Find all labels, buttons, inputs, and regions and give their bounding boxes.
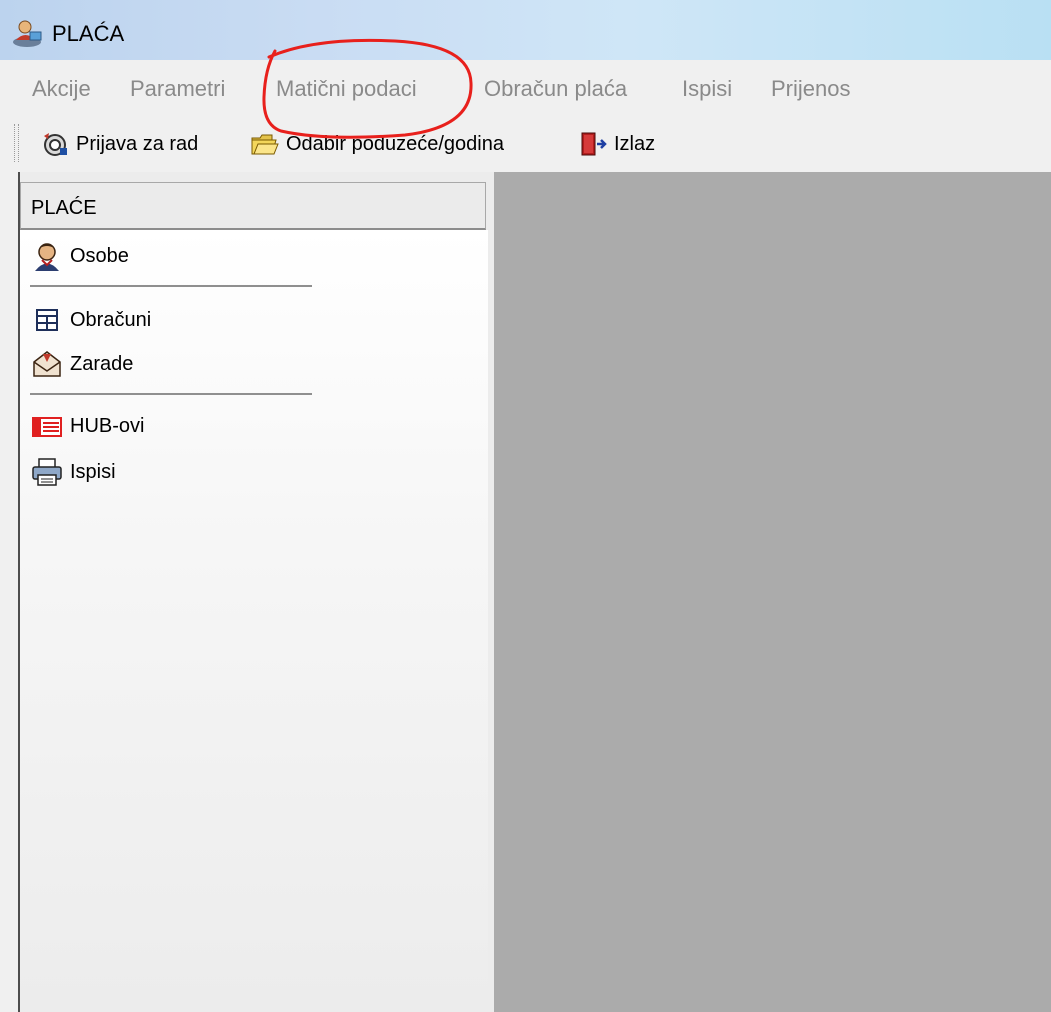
nav-item-label: Ispisi <box>70 460 116 483</box>
envelope-icon <box>33 351 61 377</box>
window-title: PLAĆA <box>52 21 125 46</box>
mdi-workspace <box>494 172 1051 1012</box>
select-company-year-label: Odabir poduzeće/godina <box>286 132 504 155</box>
app-payroll-icon <box>13 20 42 47</box>
menu-akcije[interactable]: Akcije <box>32 76 91 102</box>
nav-item-osobe[interactable]: Osobe <box>30 236 129 276</box>
nav-divider <box>30 393 312 395</box>
person-icon <box>35 243 59 271</box>
app-window: PLAĆA Akcije Parametri Matični podaci Ob… <box>0 0 1051 1012</box>
exit-door-icon <box>581 132 607 156</box>
nav-item-zarade[interactable]: Zarade <box>30 344 133 384</box>
nav-header-title: PLAĆE <box>31 197 97 219</box>
menu-ispisi[interactable]: Ispisi <box>682 76 732 102</box>
toolbar: Prijava za rad Odabir poduzeće/godina Iz… <box>0 118 1051 172</box>
navigation-panel: PLAĆE Osobe Obračuni Zarade HUB-ovi Ispi… <box>18 172 496 1012</box>
form-icon <box>32 417 62 437</box>
nav-item-ispisi[interactable]: Ispisi <box>30 452 116 492</box>
exit-button[interactable]: Izlaz <box>578 128 655 160</box>
nav-item-label: Zarade <box>70 352 134 375</box>
select-company-year-button[interactable]: Odabir poduzeće/godina <box>250 128 504 160</box>
nav-header[interactable]: PLAĆE <box>20 182 486 230</box>
nav-item-label: Obračuni <box>70 308 152 331</box>
menu-obracun-placa[interactable]: Obračun plaća <box>484 76 627 102</box>
printer-icon <box>32 458 62 486</box>
calculator-icon <box>36 309 58 331</box>
menu-maticni-podaci[interactable]: Matični podaci <box>276 76 417 102</box>
toolbar-grip[interactable] <box>14 124 19 162</box>
folder-open-icon <box>251 134 279 155</box>
nav-item-label: HUB-ovi <box>70 414 145 437</box>
title-bar: PLAĆA <box>0 0 1051 60</box>
login-label: Prijava za rad <box>76 132 199 155</box>
login-icon <box>44 133 67 156</box>
nav-item-label: Osobe <box>70 244 129 267</box>
login-button[interactable]: Prijava za rad <box>40 128 198 160</box>
nav-list: Osobe Obračuni Zarade HUB-ovi Ispisi <box>20 230 488 1012</box>
menu-bar: Akcije Parametri Matični podaci Obračun … <box>0 60 1051 118</box>
menu-prijenos[interactable]: Prijenos <box>771 76 850 102</box>
nav-divider <box>30 285 312 287</box>
menu-parametri[interactable]: Parametri <box>130 76 225 102</box>
nav-item-hub-ovi[interactable]: HUB-ovi <box>30 406 144 446</box>
nav-item-obracuni[interactable]: Obračuni <box>30 300 151 340</box>
exit-label: Izlaz <box>614 132 656 155</box>
